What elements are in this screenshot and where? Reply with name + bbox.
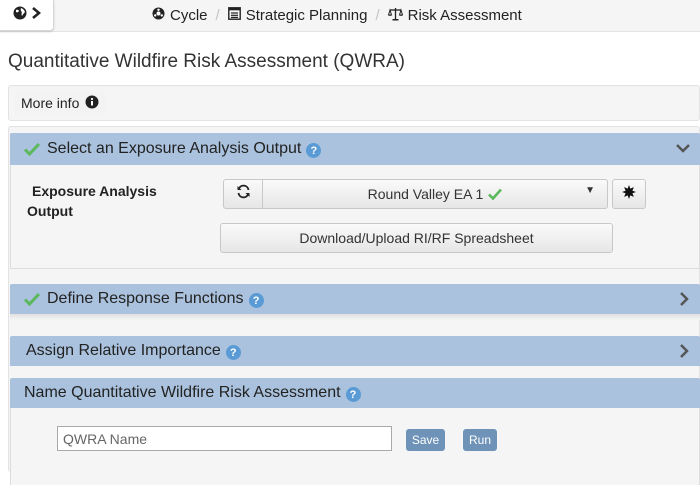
breadcrumb-separator: / [375, 7, 380, 24]
burst-button[interactable] [612, 179, 646, 209]
chevron-right-icon [31, 6, 41, 24]
exposure-panel-header[interactable]: Select an Exposure Analysis Output ? [10, 133, 700, 165]
breadcrumb-risk-assessment[interactable]: Risk Assessment [387, 7, 522, 25]
breadcrumb-cycle[interactable]: Cycle [152, 7, 208, 24]
checkmark-icon [24, 142, 40, 156]
breadcrumb-label: Cycle [170, 7, 208, 24]
refresh-button[interactable] [223, 179, 263, 209]
chevron-right-icon[interactable] [678, 344, 690, 363]
name-panel-header[interactable]: Name Quantitative Wildfire Risk Assessme… [10, 378, 700, 408]
exposure-output-select[interactable]: Round Valley EA 1 ▼ [262, 179, 608, 209]
response-panel-header[interactable]: Define Response Functions ? [10, 284, 700, 314]
exposure-panel-title: Select an Exposure Analysis Output [47, 140, 302, 157]
exposure-output-label: Exposure Analysis Output [27, 181, 157, 221]
more-info-label: More info [21, 95, 80, 111]
name-panel-body: Save Run [10, 408, 700, 485]
more-info-bar: More info [8, 85, 700, 121]
burst-icon [622, 184, 636, 204]
top-bar: Cycle / Strategic Planning / Risk Assess… [0, 0, 700, 32]
selected-value: Round Valley EA 1 [367, 186, 484, 202]
name-panel-title: Name Quantitative Wildfire Risk Assessme… [24, 384, 341, 401]
scales-icon [387, 7, 403, 25]
name-panel: Name Quantitative Wildfire Risk Assessme… [10, 378, 700, 485]
importance-panel: Assign Relative Importance ? [10, 336, 700, 366]
run-button[interactable]: Run [463, 429, 497, 451]
breadcrumb-label: Strategic Planning [245, 7, 368, 24]
cycle-icon [152, 7, 165, 24]
label-line: Output [27, 203, 73, 219]
page-title: Quantitative Wildfire Risk Assessment (Q… [8, 51, 405, 72]
help-icon[interactable]: ? [306, 143, 322, 158]
info-circle-icon [85, 95, 99, 112]
checkmark-icon [24, 292, 40, 306]
download-upload-button[interactable]: Download/Upload RI/RF Spreadsheet [220, 223, 613, 253]
breadcrumb-label: Risk Assessment [407, 7, 522, 24]
checkmark-icon [488, 188, 503, 200]
refresh-icon [236, 184, 251, 204]
nav-toggle-button[interactable] [0, 0, 54, 31]
response-panel: Define Response Functions ? [10, 284, 700, 320]
qwra-name-input[interactable] [57, 426, 392, 451]
breadcrumb: Cycle / Strategic Planning / Risk Assess… [152, 0, 522, 31]
panel-divider [10, 314, 700, 320]
importance-panel-title: Assign Relative Importance [26, 342, 221, 359]
response-panel-title: Define Response Functions [47, 290, 244, 307]
save-button[interactable]: Save [406, 429, 445, 451]
help-icon[interactable]: ? [225, 345, 241, 360]
more-info-button[interactable]: More info [15, 91, 106, 115]
document-list-icon [227, 7, 241, 24]
chevron-down-icon[interactable] [676, 141, 690, 159]
exposure-panel: Select an Exposure Analysis Output ? Exp… [10, 133, 700, 269]
help-icon[interactable]: ? [345, 387, 361, 402]
breadcrumb-separator: / [215, 7, 220, 24]
help-icon[interactable]: ? [248, 293, 264, 308]
importance-panel-header[interactable]: Assign Relative Importance ? [10, 336, 700, 366]
chevron-right-icon[interactable] [678, 292, 690, 311]
globe-icon [13, 6, 27, 25]
label-line: Exposure Analysis [32, 183, 157, 199]
breadcrumb-strategic-planning[interactable]: Strategic Planning [227, 7, 368, 24]
caret-down-icon: ▼ [585, 185, 595, 196]
exposure-panel-body: Exposure Analysis Output Round Valley EA… [10, 165, 700, 269]
